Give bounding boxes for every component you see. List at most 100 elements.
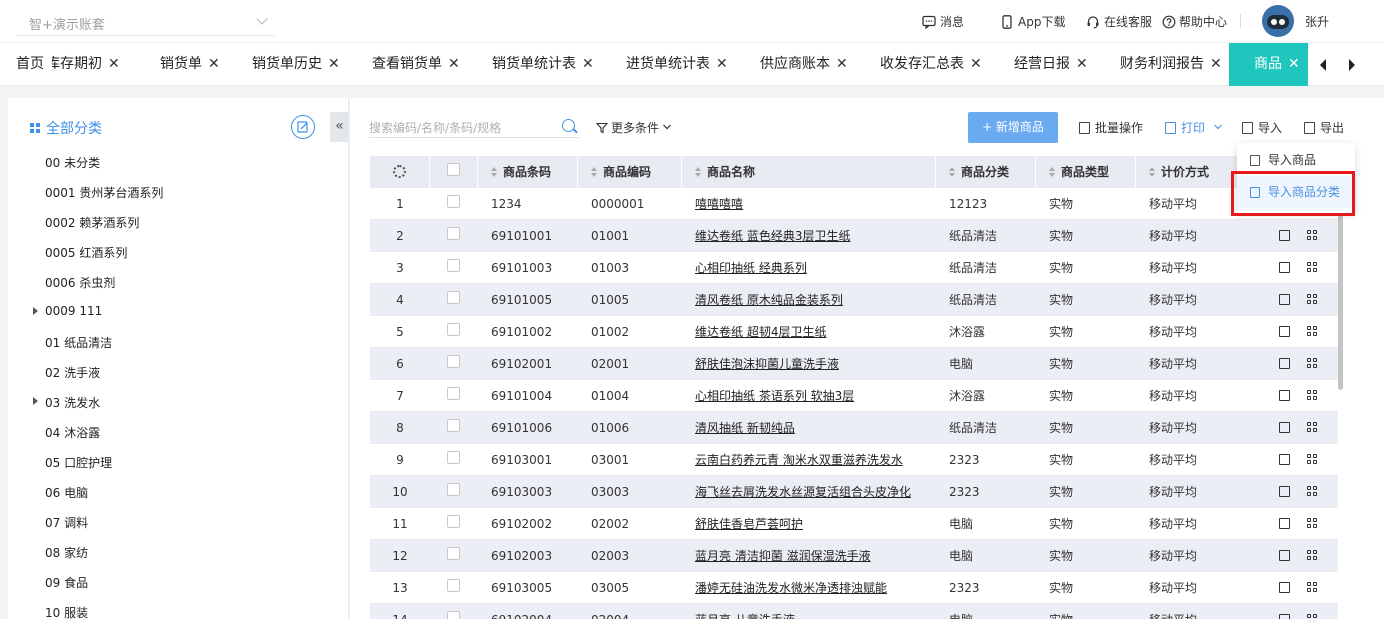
- edit-icon[interactable]: [1279, 358, 1290, 369]
- more-icon[interactable]: [1307, 614, 1318, 619]
- product-name-link[interactable]: 维达卷纸 超韧4层卫生纸: [695, 316, 826, 348]
- edit-icon[interactable]: [1279, 262, 1290, 273]
- close-icon[interactable]: ✕: [448, 43, 460, 86]
- tab-profit-report[interactable]: 财务利润报告 ✕: [1120, 43, 1222, 86]
- column-name[interactable]: 商品名称: [682, 156, 936, 188]
- tab-scroll-right[interactable]: [1338, 43, 1366, 86]
- tab-daily-report[interactable]: 经营日报 ✕: [1014, 43, 1088, 86]
- product-name-link[interactable]: 潘婷无硅油洗发水微米净透排浊赋能: [695, 572, 887, 604]
- more-icon[interactable]: [1307, 422, 1318, 433]
- category-item[interactable]: 0006 杀虫剂: [45, 274, 115, 291]
- table-row[interactable]: 7 69101004 01004 心相印抽纸 茶语系列 软抽3层 沐浴露 实物 移动平均: [370, 380, 1338, 412]
- tab-view-sales-order[interactable]: 查看销货单 ✕: [372, 43, 460, 86]
- table-row[interactable]: 4 69101005 01005 清风卷纸 原木纯品金装系列 纸品清洁 实物 移动平均: [370, 284, 1338, 316]
- search-input[interactable]: 搜索编码/名称/条码/规格: [369, 116, 579, 138]
- table-row[interactable]: 13 69103005 03005 潘婷无硅油洗发水微米净透排浊赋能 2323 实物 移动平…: [370, 572, 1338, 604]
- product-name-link[interactable]: 蓝月亮 儿童洗手液: [695, 604, 795, 619]
- column-type[interactable]: 商品类型: [1036, 156, 1136, 188]
- edit-icon[interactable]: [1279, 454, 1290, 465]
- close-icon[interactable]: ✕: [970, 43, 982, 86]
- close-icon[interactable]: ✕: [328, 43, 340, 86]
- row-checkbox[interactable]: [447, 547, 460, 560]
- more-icon[interactable]: [1307, 262, 1318, 273]
- category-item[interactable]: 01 纸品清洁: [45, 334, 112, 351]
- table-row[interactable]: 2 69101001 01001 维达卷纸 蓝色经典3层卫生纸 纸品清洁 实物 移动平均: [370, 220, 1338, 252]
- product-name-link[interactable]: 清风卷纸 原木纯品金装系列: [695, 284, 843, 316]
- category-item[interactable]: 05 口腔护理: [45, 454, 112, 471]
- column-code[interactable]: 商品编码: [578, 156, 682, 188]
- more-icon[interactable]: [1307, 518, 1318, 529]
- more-icon[interactable]: [1307, 326, 1318, 337]
- product-name-link[interactable]: 舒肤佳香皂芦荟呵护: [695, 508, 803, 540]
- user-name[interactable]: 张升: [1305, 13, 1329, 30]
- row-checkbox[interactable]: [447, 419, 460, 432]
- row-checkbox[interactable]: [447, 483, 460, 496]
- edit-icon[interactable]: [1279, 550, 1290, 561]
- category-item[interactable]: 0001 贵州茅台酒系列: [45, 184, 163, 201]
- category-item[interactable]: 02 洗手液: [45, 364, 100, 381]
- collapse-sidebar-button[interactable]: «: [330, 112, 349, 142]
- category-item[interactable]: 0005 红酒系列: [45, 244, 127, 261]
- close-icon[interactable]: ✕: [1288, 43, 1300, 86]
- help-center-link[interactable]: 帮助中心: [1162, 13, 1227, 30]
- row-checkbox[interactable]: [447, 291, 460, 304]
- avatar[interactable]: [1262, 5, 1294, 37]
- online-service-link[interactable]: 在线客服: [1086, 13, 1152, 30]
- close-icon[interactable]: ✕: [1210, 43, 1222, 86]
- edit-icon[interactable]: [1279, 582, 1290, 593]
- row-checkbox[interactable]: [447, 451, 460, 464]
- category-item[interactable]: 10 服装: [45, 604, 88, 619]
- product-name-link[interactable]: 海飞丝去屑洗发水丝源复活组合头皮净化: [695, 476, 911, 508]
- row-checkbox[interactable]: [447, 355, 460, 368]
- row-checkbox[interactable]: [447, 227, 460, 240]
- edit-icon[interactable]: [1279, 486, 1290, 497]
- table-row[interactable]: 10 69103003 03003 海飞丝去屑洗发水丝源复活组合头皮净化 2323 实物 移…: [370, 476, 1338, 508]
- category-item[interactable]: 0002 赖茅酒系列: [45, 214, 139, 231]
- more-icon[interactable]: [1307, 582, 1318, 593]
- tab-supplier-ledger[interactable]: 供应商账本 ✕: [760, 43, 848, 86]
- close-icon[interactable]: ✕: [1076, 43, 1088, 86]
- select-all-checkbox[interactable]: [447, 163, 460, 176]
- more-icon[interactable]: [1307, 454, 1318, 465]
- edit-category-button[interactable]: [291, 115, 315, 139]
- category-item[interactable]: 03 洗发水: [33, 394, 100, 411]
- table-row[interactable]: 12 69102003 02003 蓝月亮 清洁抑菌 滋润保湿洗手液 电脑 实物 移动平均: [370, 540, 1338, 572]
- product-name-link[interactable]: 心相印抽纸 茶语系列 软抽3层: [695, 380, 854, 412]
- product-name-link[interactable]: 蓝月亮 清洁抑菌 滋润保湿洗手液: [695, 540, 871, 572]
- product-name-link[interactable]: 舒肤佳泡沫抑菌儿童洗手液: [695, 348, 839, 380]
- edit-icon[interactable]: [1279, 422, 1290, 433]
- row-checkbox[interactable]: [447, 515, 460, 528]
- import-button[interactable]: 导入: [1242, 119, 1282, 136]
- more-icon[interactable]: [1307, 550, 1318, 561]
- tab-products[interactable]: 商品 ✕: [1229, 43, 1308, 86]
- row-checkbox[interactable]: [447, 611, 460, 619]
- table-row[interactable]: 1 1234 0000001 嘻嘻嘻嘻 12123 实物 移动平均: [370, 188, 1338, 220]
- product-name-link[interactable]: 清风抽纸 新韧纯品: [695, 412, 795, 444]
- column-barcode[interactable]: 商品条码: [478, 156, 578, 188]
- row-checkbox[interactable]: [447, 387, 460, 400]
- product-name-link[interactable]: 维达卷纸 蓝色经典3层卫生纸: [695, 220, 850, 252]
- tab-sales-history[interactable]: 销货单历史 ✕: [252, 43, 340, 86]
- edit-icon[interactable]: [1279, 390, 1290, 401]
- category-item[interactable]: 06 电脑: [45, 484, 88, 501]
- messages-link[interactable]: 消息: [922, 13, 964, 30]
- expand-arrow-icon[interactable]: [33, 397, 38, 405]
- edit-icon[interactable]: [1279, 230, 1290, 241]
- search-icon[interactable]: [562, 119, 575, 132]
- batch-operation-button[interactable]: 批量操作: [1079, 119, 1143, 136]
- category-item[interactable]: 08 家纺: [45, 544, 88, 561]
- column-category[interactable]: 商品分类: [936, 156, 1036, 188]
- close-icon[interactable]: ✕: [108, 43, 120, 86]
- more-icon[interactable]: [1307, 294, 1318, 305]
- product-name-link[interactable]: 心相印抽纸 经典系列: [695, 252, 807, 284]
- tab-home[interactable]: 首页: [16, 43, 44, 86]
- column-settings[interactable]: [370, 156, 430, 188]
- tab-stock-summary[interactable]: 收发存汇总表 ✕: [880, 43, 982, 86]
- table-row[interactable]: 11 69102002 02002 舒肤佳香皂芦荟呵护 电脑 实物 移动平均: [370, 508, 1338, 540]
- more-icon[interactable]: [1307, 358, 1318, 369]
- table-row[interactable]: 8 69101006 01006 清风抽纸 新韧纯品 纸品清洁 实物 移动平均: [370, 412, 1338, 444]
- export-button[interactable]: 导出: [1304, 119, 1344, 136]
- more-icon[interactable]: [1307, 486, 1318, 497]
- close-icon[interactable]: ✕: [836, 43, 848, 86]
- category-item[interactable]: 07 调料: [45, 514, 88, 531]
